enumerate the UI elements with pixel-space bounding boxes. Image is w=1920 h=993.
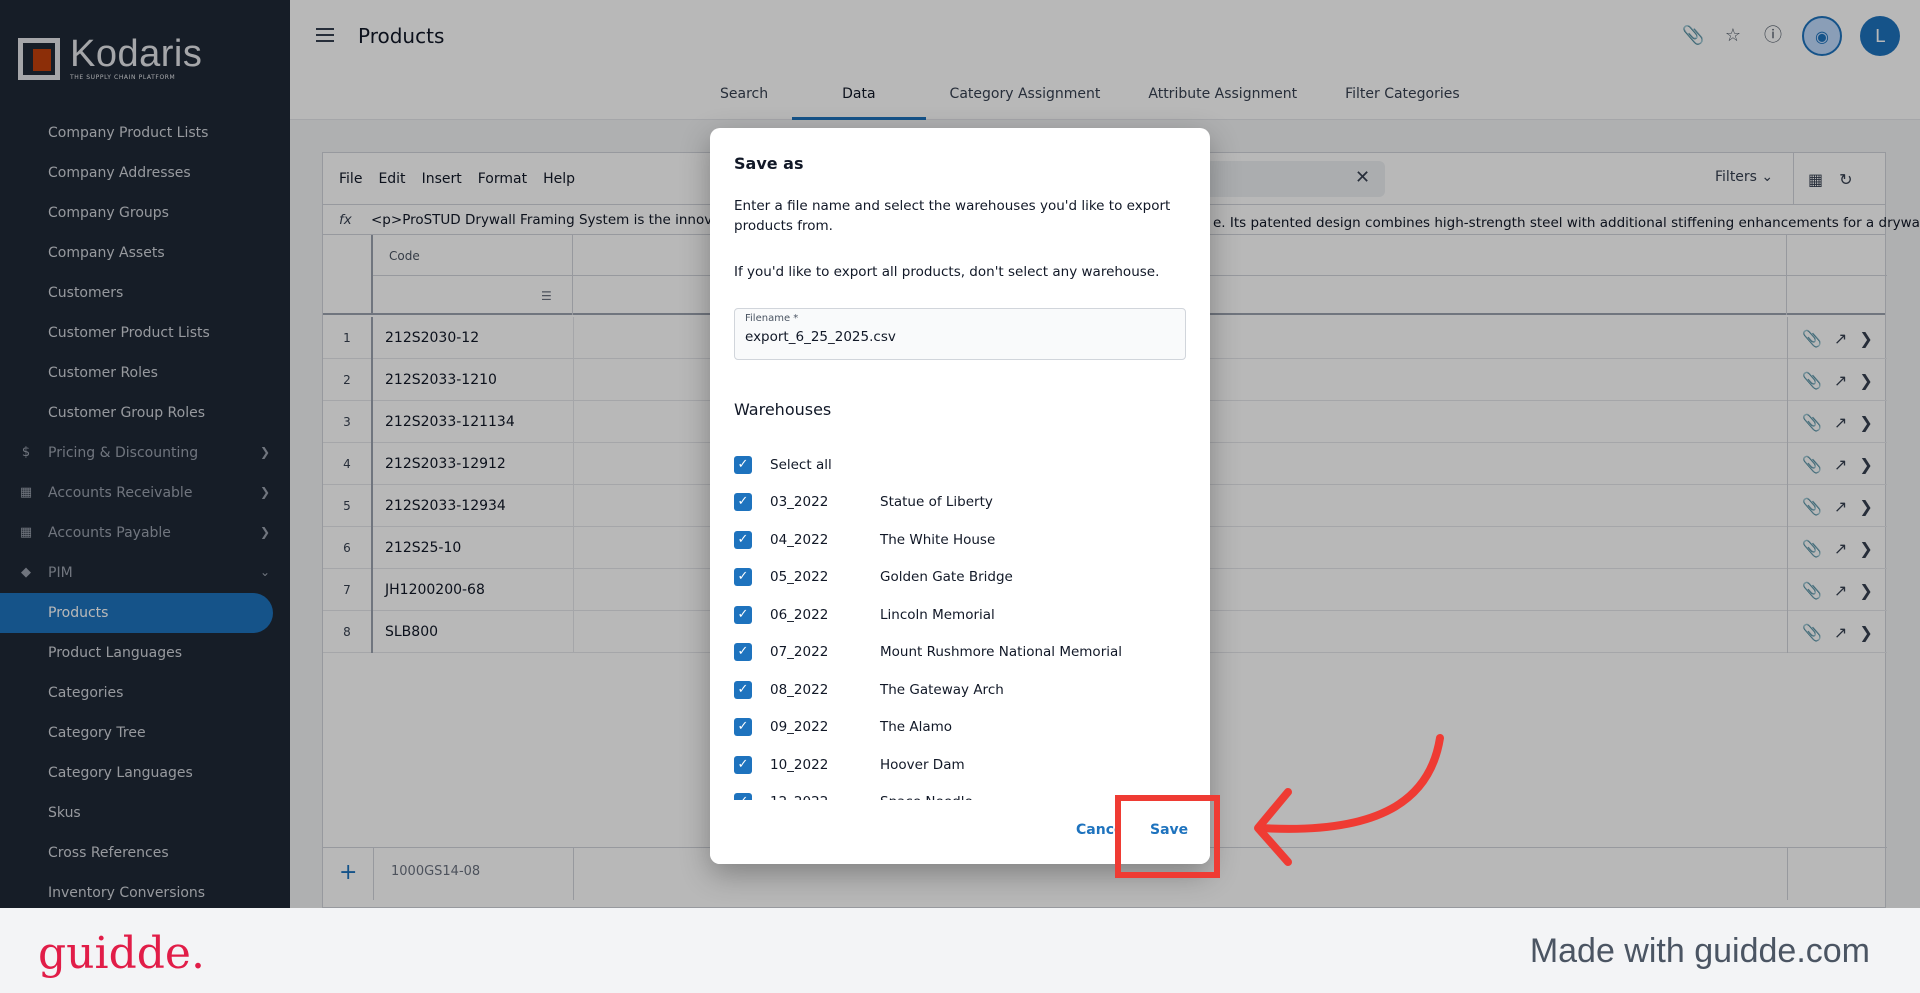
warehouse-code: 09_2022	[770, 719, 829, 736]
checkbox-checked-icon[interactable]: ✓	[734, 793, 752, 800]
cancel-button[interactable]: Cancel	[1076, 822, 1118, 838]
save-as-dialog: Save as Enter a file name and select the…	[710, 128, 1210, 864]
warehouse-code: 06_2022	[770, 606, 829, 623]
select-all-label: Select all	[770, 456, 832, 473]
warehouse-item[interactable]: ✓ 03_2022 Statue of Liberty	[734, 484, 1186, 522]
guidde-footer: guidde. Made with guidde.com	[0, 908, 1920, 993]
warehouse-name: The White House	[880, 531, 996, 548]
warehouse-name: Statue of Liberty	[880, 494, 993, 511]
save-highlight-box	[1115, 795, 1220, 878]
warehouse-code: 03_2022	[770, 494, 829, 511]
annotation-arrow-icon	[1254, 734, 1444, 866]
warehouse-name: Golden Gate Bridge	[880, 569, 1013, 586]
warehouses-title: Warehouses	[734, 400, 832, 419]
filename-field[interactable]: Filename *	[734, 308, 1186, 360]
checkbox-checked-icon[interactable]: ✓	[734, 493, 752, 512]
dialog-description-2: If you'd like to export all products, do…	[734, 264, 1160, 280]
warehouse-item[interactable]: ✓ 06_2022 Lincoln Memorial	[734, 596, 1186, 634]
warehouse-code: 10_2022	[770, 756, 829, 773]
dialog-title: Save as	[734, 154, 804, 173]
dialog-description: Enter a file name and select the warehou…	[734, 198, 1171, 234]
warehouse-item[interactable]: ✓ 09_2022 The Alamo	[734, 709, 1186, 747]
filename-label: Filename *	[745, 313, 799, 324]
guidde-logo: guidde.	[38, 928, 205, 979]
checkbox-checked-icon[interactable]: ✓	[734, 568, 752, 587]
checkbox-checked-icon[interactable]: ✓	[734, 718, 752, 737]
warehouse-name: Lincoln Memorial	[880, 606, 995, 623]
warehouse-item[interactable]: ✓ 07_2022 Mount Rushmore National Memorial	[734, 634, 1186, 672]
made-with-text: Made with guidde.com	[1529, 932, 1870, 970]
warehouse-name: Mount Rushmore National Memorial	[880, 644, 1123, 661]
warehouse-item[interactable]: ✓ 10_2022 Hoover Dam	[734, 746, 1186, 784]
warehouse-code: 05_2022	[770, 569, 829, 586]
checkbox-checked-icon[interactable]: ✓	[734, 605, 752, 624]
warehouse-item[interactable]: ✓ 04_2022 The White House	[734, 521, 1186, 559]
warehouse-code: 07_2022	[770, 644, 829, 661]
checkbox-checked-icon[interactable]: ✓	[734, 455, 752, 474]
filename-input[interactable]	[745, 329, 1165, 345]
warehouse-name: The Alamo	[880, 719, 953, 736]
warehouse-item[interactable]: ✓ 05_2022 Golden Gate Bridge	[734, 559, 1186, 597]
checkbox-checked-icon[interactable]: ✓	[734, 643, 752, 662]
warehouse-code: 04_2022	[770, 531, 829, 548]
warehouse-list: ✓ Select all ✓ 03_2022 Statue of Liberty ✓ 0…	[734, 446, 1186, 800]
checkbox-checked-icon[interactable]: ✓	[734, 530, 752, 549]
warehouse-name: The Gateway Arch	[880, 681, 1004, 698]
checkbox-checked-icon[interactable]: ✓	[734, 680, 752, 699]
warehouse-item[interactable]: ✓ 08_2022 The Gateway Arch	[734, 671, 1186, 709]
warehouse-code: 08_2022	[770, 681, 829, 698]
warehouse-name: Hoover Dam	[880, 756, 965, 773]
checkbox-checked-icon[interactable]: ✓	[734, 755, 752, 774]
select-all-item[interactable]: ✓ Select all	[734, 446, 1186, 484]
